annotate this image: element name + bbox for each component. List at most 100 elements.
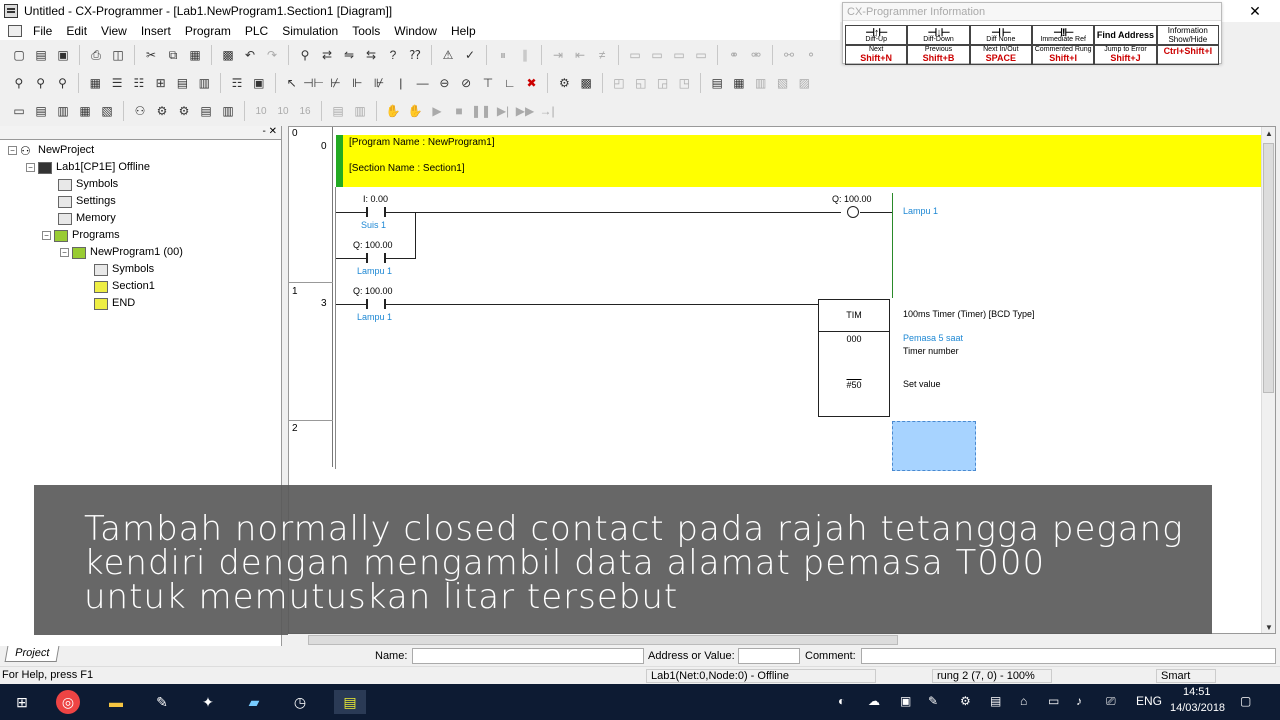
redo-icon[interactable]: ↷ xyxy=(263,46,281,64)
warning-icon[interactable]: ⚠ xyxy=(439,46,457,64)
document-icon[interactable] xyxy=(8,25,22,37)
monitor-mode-icon[interactable]: ▭ xyxy=(670,46,688,64)
new-contact-icon[interactable]: ⊣⊢ xyxy=(303,74,324,92)
compile-all-icon[interactable]: ⚙ xyxy=(175,102,193,120)
zoom-out-icon[interactable]: ⚲ xyxy=(54,74,72,92)
run-mode-icon[interactable]: ▭ xyxy=(692,46,710,64)
ladder-view-icon[interactable]: ▭ xyxy=(10,102,28,120)
close-icon[interactable]: ✕ xyxy=(1240,0,1270,22)
print-icon[interactable]: ⎙ xyxy=(87,46,105,64)
delete-line-icon[interactable]: ✖ xyxy=(523,74,541,92)
timer-instruction-block[interactable]: TIM 000 #50 xyxy=(818,299,890,417)
show-comments-icon[interactable]: ☰ xyxy=(108,74,126,92)
network-icon[interactable]: ⎚ xyxy=(1106,694,1116,709)
vertical-line-icon[interactable]: | xyxy=(392,74,410,92)
output-window-icon[interactable]: ▦ xyxy=(730,74,748,92)
new-or-contact-icon[interactable]: ⊩ xyxy=(348,74,366,92)
hex-16-icon[interactable]: 16 xyxy=(296,102,314,120)
contact-lampu1-timer[interactable] xyxy=(366,299,386,309)
horizontal-line-icon[interactable]: — xyxy=(414,74,432,92)
symbol-table-icon[interactable]: ▤ xyxy=(174,74,192,92)
open-folder-icon[interactable]: ▤ xyxy=(32,46,50,64)
sim-start-icon[interactable]: ✋ xyxy=(384,102,402,120)
clock-time[interactable]: 14:51 xyxy=(1183,686,1211,698)
transfer-from-plc-icon[interactable]: ⇤ xyxy=(571,46,589,64)
line-connect-icon[interactable]: ∟ xyxy=(501,74,519,92)
io-table-icon[interactable]: ☶ xyxy=(228,74,246,92)
select-mode-icon[interactable]: ↖ xyxy=(283,74,301,92)
tree-item-newproject[interactable]: − ⚇ NewProject xyxy=(8,142,94,159)
onedrive-icon[interactable]: ☁ xyxy=(868,694,880,708)
cut-icon[interactable]: ✂ xyxy=(142,46,160,64)
paste-icon[interactable]: ▦ xyxy=(186,46,204,64)
force-on-icon[interactable]: ⚭ xyxy=(725,46,743,64)
new-closed-or-contact-icon[interactable]: ⊮ xyxy=(370,74,388,92)
tree-item-memory[interactable]: Memory xyxy=(58,210,116,227)
windows-start-icon[interactable]: ⊞ xyxy=(10,690,34,714)
diagram-cursor[interactable] xyxy=(892,421,976,471)
battery-icon[interactable]: ▭ xyxy=(1048,694,1059,708)
compile-icon[interactable]: ⚙ xyxy=(153,102,171,120)
step-out-icon[interactable]: →| xyxy=(538,102,556,120)
output-coil-lampu1[interactable] xyxy=(847,206,859,218)
io-comment-icon[interactable]: ▥ xyxy=(219,102,237,120)
st-view-icon[interactable]: ▥ xyxy=(54,102,72,120)
step-icon[interactable]: ▶| xyxy=(494,102,512,120)
copy-icon[interactable]: ⧉ xyxy=(164,46,182,64)
print-preview-icon[interactable]: ◫ xyxy=(109,46,127,64)
menu-help[interactable]: Help xyxy=(444,24,483,38)
cross-reference-icon[interactable]: ⇋ xyxy=(340,46,358,64)
pause-icon[interactable]: ∥ xyxy=(516,46,534,64)
plc-memory-icon[interactable]: ▩ xyxy=(577,74,595,92)
check-program-icon[interactable]: ✓ xyxy=(461,46,479,64)
scroll-down-icon[interactable]: ▼ xyxy=(1262,621,1275,633)
data-link-icon[interactable]: ▤ xyxy=(197,102,215,120)
clock-date[interactable]: 14/03/2018 xyxy=(1170,702,1225,714)
function-block-icon[interactable]: ▧ xyxy=(98,102,116,120)
save-icon[interactable]: ▣ xyxy=(54,46,72,64)
hex-10-icon[interactable]: 10 xyxy=(252,102,270,120)
tree-item-program-symbols[interactable]: Symbols xyxy=(94,261,154,278)
tab-project[interactable]: Project xyxy=(4,646,60,662)
online-icon[interactable]: ⏸ xyxy=(494,46,512,64)
new-closed-contact-icon[interactable]: ⊬ xyxy=(327,74,345,92)
collapse-icon[interactable]: − xyxy=(26,163,35,172)
options-icon[interactable]: ▨ xyxy=(795,74,813,92)
menu-view[interactable]: View xyxy=(94,24,134,38)
project-panel-header[interactable]: - ✕ xyxy=(0,126,281,140)
new-file-icon[interactable]: ▢ xyxy=(10,46,28,64)
online-edit-icon[interactable]: ◳ xyxy=(675,74,693,92)
context-help-icon[interactable]: ⁇ xyxy=(406,46,424,64)
new-instruction-icon[interactable]: ⊤ xyxy=(479,74,497,92)
undo-icon[interactable]: ↶ xyxy=(241,46,259,64)
mnemonic-view-icon[interactable]: ▤ xyxy=(32,102,50,120)
program-icon[interactable]: ▥ xyxy=(195,74,213,92)
network-config-icon[interactable]: ⚇ xyxy=(131,102,149,120)
sim-transfer-icon[interactable]: ▥ xyxy=(351,102,369,120)
differential-monitor-icon[interactable]: ◰ xyxy=(610,74,628,92)
language-indicator[interactable]: ENG xyxy=(1136,694,1162,708)
security-icon[interactable]: ◐ xyxy=(838,694,845,708)
tree-item-newprogram1[interactable]: − NewProgram1 (00) xyxy=(60,244,183,261)
grid-icon[interactable]: ▦ xyxy=(86,74,104,92)
collapse-icon[interactable]: − xyxy=(8,146,17,155)
menu-insert[interactable]: Insert xyxy=(134,24,178,38)
tray-app-icon[interactable]: ▣ xyxy=(900,694,911,708)
information-toggle[interactable]: Information Show/Hide xyxy=(1156,25,1219,45)
chrome-icon[interactable]: ◎ xyxy=(56,690,80,714)
tree-item-plc[interactable]: − Lab1[CP1E] Offline xyxy=(26,159,150,176)
zoom-icon[interactable]: ⚲ xyxy=(32,74,50,92)
comment-field[interactable] xyxy=(861,648,1276,664)
time-chart-icon[interactable]: ◲ xyxy=(654,74,672,92)
tray-app-icon[interactable]: ⌂ xyxy=(1020,694,1027,708)
menu-edit[interactable]: Edit xyxy=(59,24,94,38)
contact-lampu1-latch[interactable] xyxy=(366,253,386,263)
sim-settings-icon[interactable]: ▤ xyxy=(329,102,347,120)
properties-icon[interactable]: ▧ xyxy=(774,74,792,92)
view-options-icon[interactable]: ▥ xyxy=(752,74,770,92)
reset-icon[interactable]: ⚬ xyxy=(802,46,820,64)
media-player-icon[interactable]: ◷ xyxy=(288,690,312,714)
monitor-icon[interactable]: ⊞ xyxy=(152,74,170,92)
scroll-thumb[interactable] xyxy=(308,635,898,645)
tray-app-icon[interactable]: ▤ xyxy=(990,694,1001,708)
